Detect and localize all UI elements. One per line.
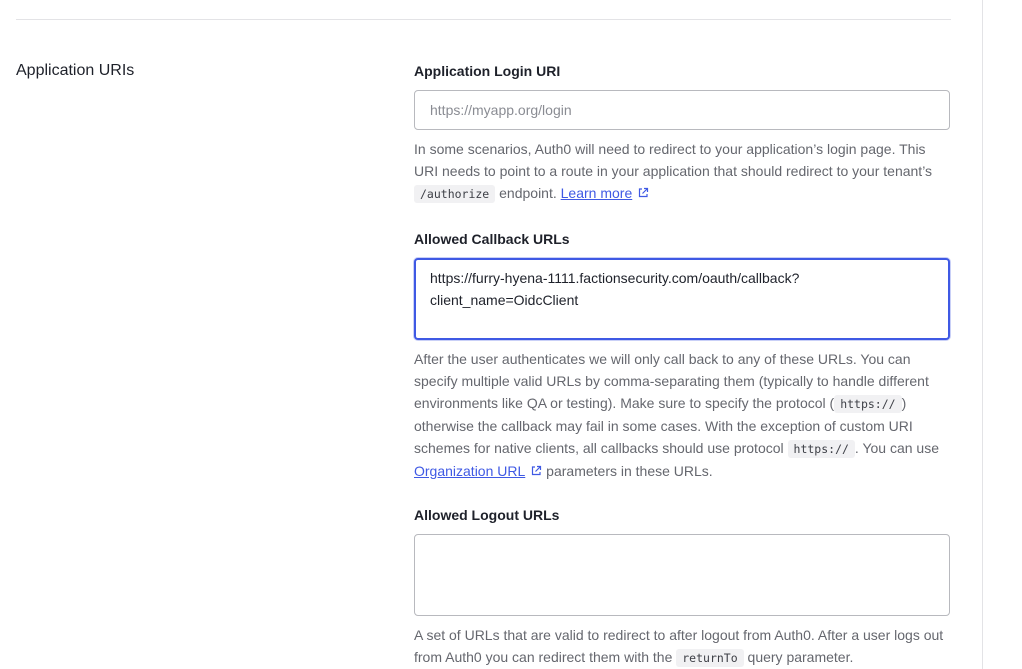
login-uri-input[interactable] (414, 90, 950, 130)
login-uri-help: In some scenarios, Auth0 will need to re… (414, 138, 950, 205)
callback-urls-textarea[interactable] (414, 258, 950, 340)
learn-more-link[interactable]: Learn more (561, 185, 650, 201)
learn-more-label: Learn more (560, 185, 633, 201)
section-title: Application URIs (16, 62, 135, 79)
logout-urls-textarea[interactable] (414, 534, 950, 616)
https-code-1: https:// (834, 395, 902, 413)
logout-urls-help: A set of URLs that are valid to redirect… (414, 624, 950, 669)
settings-page: Application URIs Application Login URI I… (0, 0, 1022, 669)
callback-urls-help: After the user authenticates we will onl… (414, 348, 950, 482)
callback-help-text-3: . You can use (854, 440, 939, 456)
return-to-code: returnTo (676, 649, 744, 667)
logout-urls-label: Allowed Logout URLs (414, 507, 560, 523)
scroll-area-border (982, 0, 983, 669)
callback-urls-label: Allowed Callback URLs (414, 231, 570, 247)
callback-help-text-4: parameters in these URLs. (546, 463, 713, 479)
login-uri-help-text: In some scenarios, Auth0 will need to re… (414, 141, 933, 179)
https-code-2: https:// (787, 440, 855, 458)
external-link-icon (639, 187, 649, 198)
login-uri-label: Application Login URI (414, 63, 561, 79)
organization-url-label: Organization URL (414, 463, 526, 479)
top-divider (16, 19, 951, 20)
organization-url-link[interactable]: Organization URL (414, 463, 542, 479)
login-uri-help-text-end: endpoint. (499, 185, 557, 201)
external-link-icon (532, 465, 542, 476)
authorize-code: /authorize (414, 185, 496, 203)
logout-help-text-2: query parameter. (747, 649, 854, 665)
